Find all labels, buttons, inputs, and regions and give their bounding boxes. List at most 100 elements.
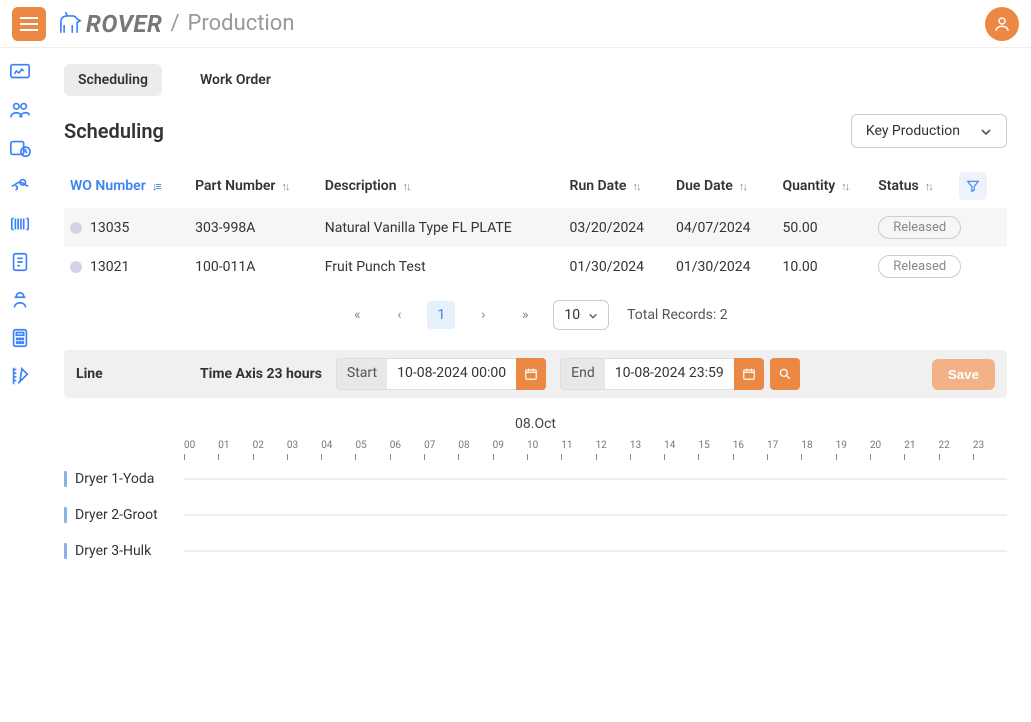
calendar-icon bbox=[742, 367, 756, 381]
sidebar-item-finance[interactable] bbox=[4, 170, 36, 202]
timeline-row-label: Dryer 3-Hulk bbox=[64, 543, 184, 559]
timeline-tick: 19 bbox=[836, 440, 870, 451]
start-calendar-button[interactable] bbox=[516, 358, 546, 390]
timeline-search-button[interactable] bbox=[770, 358, 800, 390]
page-title: Production bbox=[188, 11, 295, 36]
timeline-tick: 04 bbox=[321, 440, 355, 451]
tab-scheduling[interactable]: Scheduling bbox=[64, 64, 162, 96]
timeline-tick: 16 bbox=[733, 440, 767, 451]
sidebar-item-barcode[interactable] bbox=[4, 208, 36, 240]
save-button[interactable]: Save bbox=[932, 359, 995, 390]
pager-first[interactable]: « bbox=[343, 301, 371, 329]
col-desc[interactable]: Description↑↓ bbox=[319, 164, 564, 208]
timeline-tick: 15 bbox=[698, 440, 732, 451]
timeline-row: Dryer 1-Yoda bbox=[64, 471, 1007, 487]
tab-work-order[interactable]: Work Order bbox=[186, 64, 285, 96]
timeline-hours: 0001020304050607080910111213141516171819… bbox=[184, 440, 1007, 451]
sidebar-item-team[interactable] bbox=[4, 94, 36, 126]
sidebar-item-calc[interactable] bbox=[4, 322, 36, 354]
table-row[interactable]: 13021 100-011A Fruit Punch Test 01/30/20… bbox=[64, 247, 1007, 286]
filter-button[interactable] bbox=[959, 172, 987, 200]
timeline-tick: 14 bbox=[664, 440, 698, 451]
row-color-bar bbox=[64, 543, 67, 559]
timeline-tick: 02 bbox=[253, 440, 287, 451]
menu-button[interactable] bbox=[12, 7, 46, 41]
timeline-row-track[interactable] bbox=[184, 514, 1007, 516]
pager-prev[interactable]: ‹ bbox=[385, 301, 413, 329]
pager-next[interactable]: › bbox=[469, 301, 497, 329]
start-label: Start bbox=[336, 358, 387, 390]
col-run[interactable]: Run Date↑↓ bbox=[564, 164, 670, 208]
timeline-tick: 05 bbox=[355, 440, 389, 451]
pager-page-1[interactable]: 1 bbox=[427, 301, 455, 329]
status-dot bbox=[70, 222, 82, 234]
col-status[interactable]: Status↑↓ bbox=[872, 164, 953, 208]
pager: « ‹ 1 › » 10 Total Records: 2 bbox=[64, 300, 1007, 330]
pager-total: Total Records: 2 bbox=[627, 307, 728, 323]
end-label: End bbox=[560, 358, 605, 390]
user-icon bbox=[993, 15, 1011, 33]
timeline-tick: 00 bbox=[184, 440, 218, 451]
chevron-down-icon bbox=[588, 311, 598, 321]
header: ROVER / Production bbox=[0, 0, 1031, 48]
status-badge: Released bbox=[878, 255, 961, 278]
timeline-tick: 13 bbox=[630, 440, 664, 451]
filter-select[interactable]: Key Production bbox=[851, 114, 1007, 148]
start-value[interactable]: 10-08-2024 00:00 bbox=[387, 358, 516, 390]
chevron-down-icon bbox=[980, 126, 992, 138]
status-dot bbox=[70, 261, 82, 273]
timeline-axis-label: Time Axis 23 hours bbox=[200, 366, 322, 382]
logo-dog-icon bbox=[56, 11, 82, 37]
sidebar-item-report[interactable] bbox=[4, 246, 36, 278]
pager-last[interactable]: » bbox=[511, 301, 539, 329]
hamburger-icon bbox=[20, 17, 38, 31]
timeline-tick: 22 bbox=[939, 440, 973, 451]
row-color-bar bbox=[64, 507, 67, 523]
col-due[interactable]: Due Date↑↓ bbox=[670, 164, 776, 208]
end-value[interactable]: 10-08-2024 23:59 bbox=[605, 358, 734, 390]
timeline-tick: 17 bbox=[767, 440, 801, 451]
sidebar-item-dashboard[interactable] bbox=[4, 56, 36, 88]
col-wo[interactable]: WO Number↓≡ bbox=[64, 164, 189, 208]
table-row[interactable]: 13035 303-998A Natural Vanilla Type FL P… bbox=[64, 208, 1007, 247]
calendar-icon bbox=[524, 367, 538, 381]
panel-title: Scheduling bbox=[64, 119, 851, 143]
timeline-tick: 01 bbox=[218, 440, 252, 451]
end-calendar-button[interactable] bbox=[734, 358, 764, 390]
timeline-tick: 20 bbox=[870, 440, 904, 451]
timeline-tick: 21 bbox=[904, 440, 938, 451]
timeline-row: Dryer 2-Groot bbox=[64, 507, 1007, 523]
user-avatar[interactable] bbox=[985, 7, 1019, 41]
timeline-row-track[interactable] bbox=[184, 478, 1007, 480]
timeline-tick: 23 bbox=[973, 440, 1007, 451]
timeline-tick: 07 bbox=[424, 440, 458, 451]
timeline-tick: 09 bbox=[493, 440, 527, 451]
main-content: Scheduling Work Order Scheduling Key Pro… bbox=[40, 48, 1031, 722]
breadcrumb-separator: / bbox=[170, 11, 179, 36]
timeline-row-label: Dryer 2-Groot bbox=[64, 507, 184, 523]
timeline-date-header: 08.Oct bbox=[64, 416, 1007, 432]
timeline-tick: 10 bbox=[527, 440, 561, 451]
col-part[interactable]: Part Number↑↓ bbox=[189, 164, 319, 208]
timeline-tick: 08 bbox=[458, 440, 492, 451]
sidebar bbox=[0, 48, 40, 722]
row-color-bar bbox=[64, 471, 67, 487]
timeline-line-header: Line bbox=[76, 366, 186, 382]
sidebar-item-production[interactable] bbox=[4, 360, 36, 392]
timeline-tick: 03 bbox=[287, 440, 321, 451]
timeline-row-label: Dryer 1-Yoda bbox=[64, 471, 184, 487]
work-order-table: WO Number↓≡ Part Number↑↓ Description↑↓ … bbox=[64, 164, 1007, 286]
funnel-icon bbox=[966, 179, 980, 193]
filter-select-label: Key Production bbox=[866, 123, 960, 139]
logo-text: ROVER bbox=[86, 10, 162, 38]
sidebar-item-time[interactable] bbox=[4, 132, 36, 164]
timeline-tick: 06 bbox=[390, 440, 424, 451]
sidebar-item-worker[interactable] bbox=[4, 284, 36, 316]
timeline-row-track[interactable] bbox=[184, 550, 1007, 552]
tabs: Scheduling Work Order bbox=[64, 64, 1007, 96]
page-size-select[interactable]: 10 bbox=[553, 300, 609, 330]
timeline-row: Dryer 3-Hulk bbox=[64, 543, 1007, 559]
timeline-tick: 18 bbox=[801, 440, 835, 451]
col-qty[interactable]: Quantity↑↓ bbox=[776, 164, 872, 208]
timeline-controls: Line Time Axis 23 hours Start 10-08-2024… bbox=[64, 350, 1007, 398]
